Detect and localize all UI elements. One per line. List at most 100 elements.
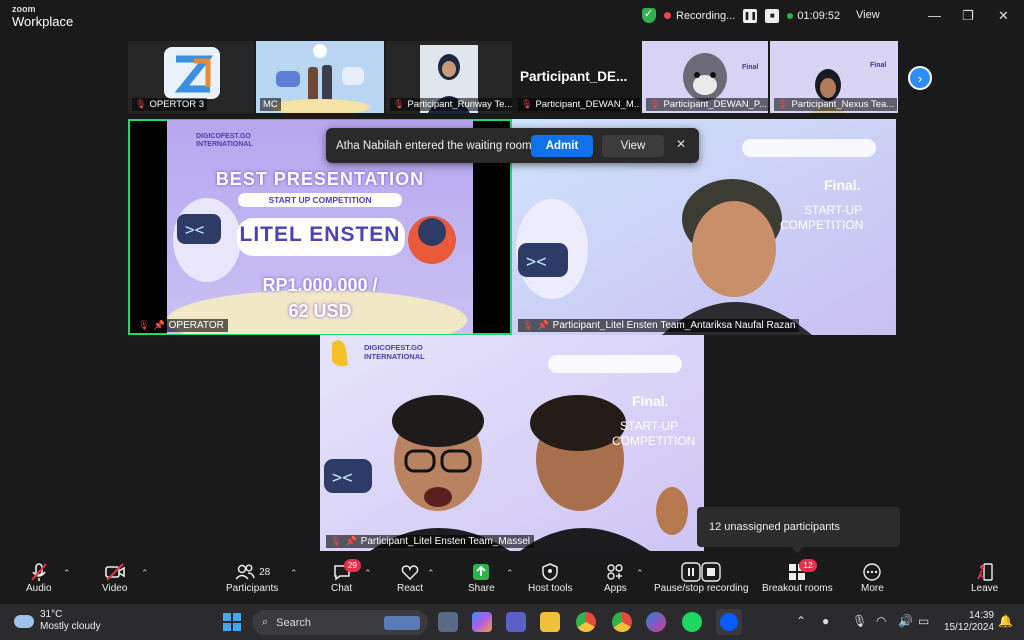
file-explorer-icon[interactable] (540, 612, 560, 632)
recording-controls-icon (681, 561, 721, 583)
participants-button[interactable]: 28 Participants (226, 561, 278, 594)
recording-label: Recording... (676, 9, 736, 22)
video-options-chevron-icon[interactable]: ⌃ (141, 568, 149, 579)
thumb-big-name: Participant_DE... (520, 69, 628, 84)
thumb-name: MC (263, 99, 278, 110)
security-shield-icon[interactable] (642, 7, 656, 23)
more-button[interactable]: More (861, 561, 884, 594)
chrome-profile-icon[interactable] (612, 612, 632, 632)
view-button[interactable]: View (856, 9, 880, 21)
slide-subtitle: START UP COMPETITION (238, 193, 402, 207)
host-tools-button[interactable]: Host tools (528, 561, 572, 594)
mic-muted-icon: 🎙 (777, 99, 789, 109)
clock-time: 14:39 (968, 610, 994, 621)
apps-chevron-icon[interactable]: ⌃ (636, 568, 644, 579)
bg-competition: COMPETITION (780, 218, 864, 232)
thumb-name: Participant_DEWAN_P... (663, 99, 767, 110)
notification-bell-icon[interactable]: 🔔 (998, 614, 1013, 628)
windows-taskbar: 31°C Mostly cloudy ⌕ Search ⌃ ● 🎙 ◠ 🔊 ▭ … (0, 604, 1024, 640)
slide-title: BEST PRESENTATION (215, 169, 425, 189)
next-page-arrow-icon[interactable]: › (908, 66, 932, 90)
microphone-icon[interactable]: 🎙 (852, 614, 867, 628)
pause-stop-recording-button[interactable]: Pause/stop recording (654, 561, 749, 594)
zoom-app-icon[interactable] (716, 609, 742, 635)
participants-label: Participants (226, 583, 279, 594)
edge-icon[interactable] (646, 612, 666, 632)
task-view-icon[interactable] (438, 612, 458, 632)
chrome-icon[interactable] (576, 612, 596, 632)
recording-indicator[interactable]: Recording... (664, 10, 735, 22)
tray-app-icon[interactable]: ● (822, 614, 829, 628)
clock-date: 15/12/2024 (943, 622, 994, 633)
thumb-nexus[interactable]: Final 🎙 Participant_Nexus Tea... (770, 41, 898, 113)
breakout-label: Breakout rooms (762, 583, 833, 594)
share-chevron-icon[interactable]: ⌃ (506, 568, 514, 579)
volume-icon[interactable]: 🔊 (898, 614, 913, 628)
mic-muted-icon: 🎙 (522, 320, 534, 330)
taskbar-clock[interactable]: 14:39 15/12/2024 (936, 610, 994, 634)
audio-options-chevron-icon[interactable]: ⌃ (63, 568, 71, 579)
thumb-runway[interactable]: 🎙 Participant_Runway Te... (386, 41, 512, 113)
react-chevron-icon[interactable]: ⌃ (427, 568, 435, 579)
thumb-mc[interactable]: MC (256, 41, 384, 113)
video-button[interactable]: Video (102, 561, 127, 594)
bg-competition: COMPETITION (612, 434, 696, 448)
participants-chevron-icon[interactable]: ⌃ (290, 568, 298, 579)
close-notification-icon[interactable]: ✕ (676, 137, 686, 151)
breakout-rooms-icon: 12 (787, 559, 817, 583)
chat-chevron-icon[interactable]: ⌃ (364, 568, 372, 579)
host-tools-label: Host tools (528, 583, 573, 594)
react-button[interactable]: React (397, 561, 423, 594)
teams-icon[interactable] (506, 612, 526, 632)
taskbar-search[interactable]: ⌕ Search (252, 610, 428, 635)
wifi-icon[interactable]: ◠ (876, 614, 886, 628)
chat-badge: 29 (343, 559, 362, 572)
mic-muted-icon (29, 561, 49, 583)
participants-count: 28 (259, 566, 271, 578)
pin-icon: 📌 (153, 320, 165, 330)
leave-button[interactable]: Leave (971, 561, 998, 594)
thumb-name: OPERTOR 3 (149, 99, 204, 110)
mic-muted-icon: 🎙 (135, 99, 147, 109)
tile-massel[interactable]: >< DIGICOFEST.GO INTERNATIONAL Final. ST… (320, 335, 704, 551)
thumb-dewan-p[interactable]: Final 🎙 Participant_DEWAN_P... (642, 41, 768, 113)
tile-name-tag: 🎙 📌 Participant_Litel Ensten Team_Antariks… (518, 319, 800, 332)
windows-start-icon[interactable] (222, 612, 242, 632)
stop-recording-icon[interactable]: ■ (765, 8, 780, 23)
thumb-opertor3[interactable]: 🎙 OPERTOR 3 (128, 41, 254, 113)
breakout-tooltip: 12 unassigned participants (697, 507, 900, 553)
brand-zoom: zoom (12, 4, 36, 14)
audio-button[interactable]: Audio (26, 561, 52, 594)
breakout-badge: 12 (799, 559, 817, 572)
bg-brand: DIGICOFEST.GO INTERNATIONAL (364, 343, 425, 361)
search-icon: ⌕ (262, 616, 269, 628)
apps-button[interactable]: Apps (604, 561, 627, 594)
video-label: Video (102, 583, 128, 594)
thumb-name: Participant_Runway Te... (407, 99, 512, 110)
audio-label: Audio (26, 583, 52, 594)
admit-button[interactable]: Admit (531, 135, 593, 157)
restore-icon[interactable]: ❐ (962, 8, 974, 24)
mic-muted-icon: 🎙 (138, 320, 150, 330)
chat-button[interactable]: 29 Chat (331, 559, 362, 594)
breakout-rooms-button[interactable]: 12 Breakout rooms (762, 559, 833, 594)
mic-muted-icon: 🎙 (649, 99, 661, 109)
thumb-dewan-m[interactable]: Participant_DE... 🎙 Participant_DEWAN_M..… (514, 41, 640, 113)
copilot-icon[interactable] (472, 612, 492, 632)
pause-recording-icon[interactable]: ❚❚ (743, 8, 758, 23)
close-window-icon[interactable]: ✕ (998, 8, 1009, 24)
app-brand: zoom Workplace (12, 4, 73, 29)
share-button[interactable]: Share (468, 561, 495, 594)
battery-icon[interactable]: ▭ (918, 614, 929, 628)
bg-final: Final. (824, 177, 861, 193)
tile-name-tag: 🎙 📌 OPERATOR (134, 319, 228, 332)
minimize-icon[interactable]: — (928, 8, 941, 23)
mic-muted-icon: 🎙 (521, 99, 533, 109)
tray-chevron-icon[interactable]: ⌃ (796, 614, 806, 628)
spotify-icon[interactable] (682, 612, 702, 632)
recording-dot-icon (664, 12, 671, 19)
chat-icon: 29 (332, 559, 362, 583)
cloud-icon (11, 610, 34, 628)
view-waiting-room-button[interactable]: View (602, 135, 664, 157)
weather-widget[interactable]: 31°C Mostly cloudy (11, 609, 101, 633)
